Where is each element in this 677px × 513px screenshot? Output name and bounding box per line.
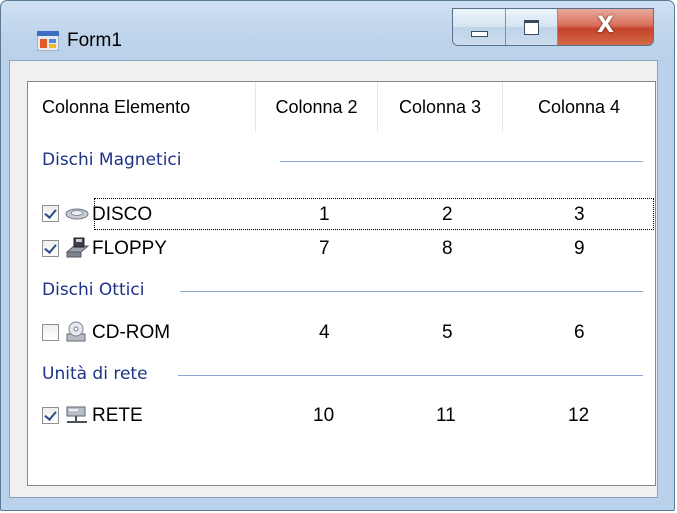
item-value: 2	[442, 204, 453, 225]
network-drive-icon	[66, 406, 87, 423]
checkbox-disco[interactable]	[42, 205, 59, 222]
item-name-floppy: FLOPPY	[92, 238, 167, 259]
checkbox-cdrom[interactable]	[42, 324, 59, 341]
form-window: Form1 X Colonna Elemento Colonna 2 Colon…	[0, 0, 675, 511]
title-bar[interactable]: Form1 X	[1, 1, 674, 61]
checkbox-rete[interactable]	[42, 407, 59, 424]
list-header: Colonna Elemento Colonna 2 Colonna 3 Col…	[28, 82, 655, 132]
item-name-disco: DISCO	[92, 204, 153, 225]
column-header-3[interactable]: Colonna 3	[378, 82, 503, 132]
floppy-drive-icon	[65, 237, 90, 258]
maximize-button[interactable]	[505, 9, 557, 45]
item-value: 8	[442, 238, 453, 259]
item-value: 5	[442, 322, 453, 343]
item-value: 4	[319, 322, 330, 343]
group-separator	[178, 375, 643, 376]
minimize-icon	[471, 31, 488, 37]
group-header-unita-di-rete[interactable]: Unità di rete	[42, 364, 148, 390]
item-value: 10	[313, 405, 335, 426]
item-value: 1	[319, 204, 330, 225]
group-separator	[280, 161, 643, 162]
form-client-area: Colonna Elemento Colonna 2 Colonna 3 Col…	[9, 60, 658, 498]
checkbox-floppy[interactable]	[42, 240, 59, 257]
caption-buttons: X	[452, 8, 654, 46]
item-value: 3	[574, 204, 585, 225]
group-header-dischi-magnetici[interactable]: Dischi Magnetici	[42, 150, 182, 176]
item-value: 9	[574, 238, 585, 259]
column-header-elemento[interactable]: Colonna Elemento	[28, 82, 256, 132]
maximize-icon	[524, 20, 539, 35]
minimize-button[interactable]	[453, 9, 505, 45]
item-value: 6	[574, 322, 585, 343]
item-name-cdrom: CD-ROM	[92, 322, 171, 343]
app-icon	[37, 31, 59, 51]
item-value: 11	[436, 405, 456, 426]
cdrom-drive-icon	[66, 321, 86, 342]
window-title: Form1	[67, 30, 122, 51]
close-icon: X	[597, 13, 614, 38]
list-view[interactable]: Colonna Elemento Colonna 2 Colonna 3 Col…	[27, 81, 656, 486]
group-header-dischi-ottici[interactable]: Dischi Ottici	[42, 280, 144, 306]
item-name-rete: RETE	[92, 405, 143, 426]
group-separator	[180, 291, 643, 292]
column-header-2[interactable]: Colonna 2	[256, 82, 378, 132]
focus-rectangle	[94, 198, 654, 230]
column-header-4[interactable]: Colonna 4	[503, 82, 655, 132]
close-button[interactable]: X	[557, 9, 653, 45]
hard-disk-icon	[65, 208, 89, 220]
item-value: 7	[319, 238, 330, 259]
item-value: 12	[568, 405, 590, 426]
